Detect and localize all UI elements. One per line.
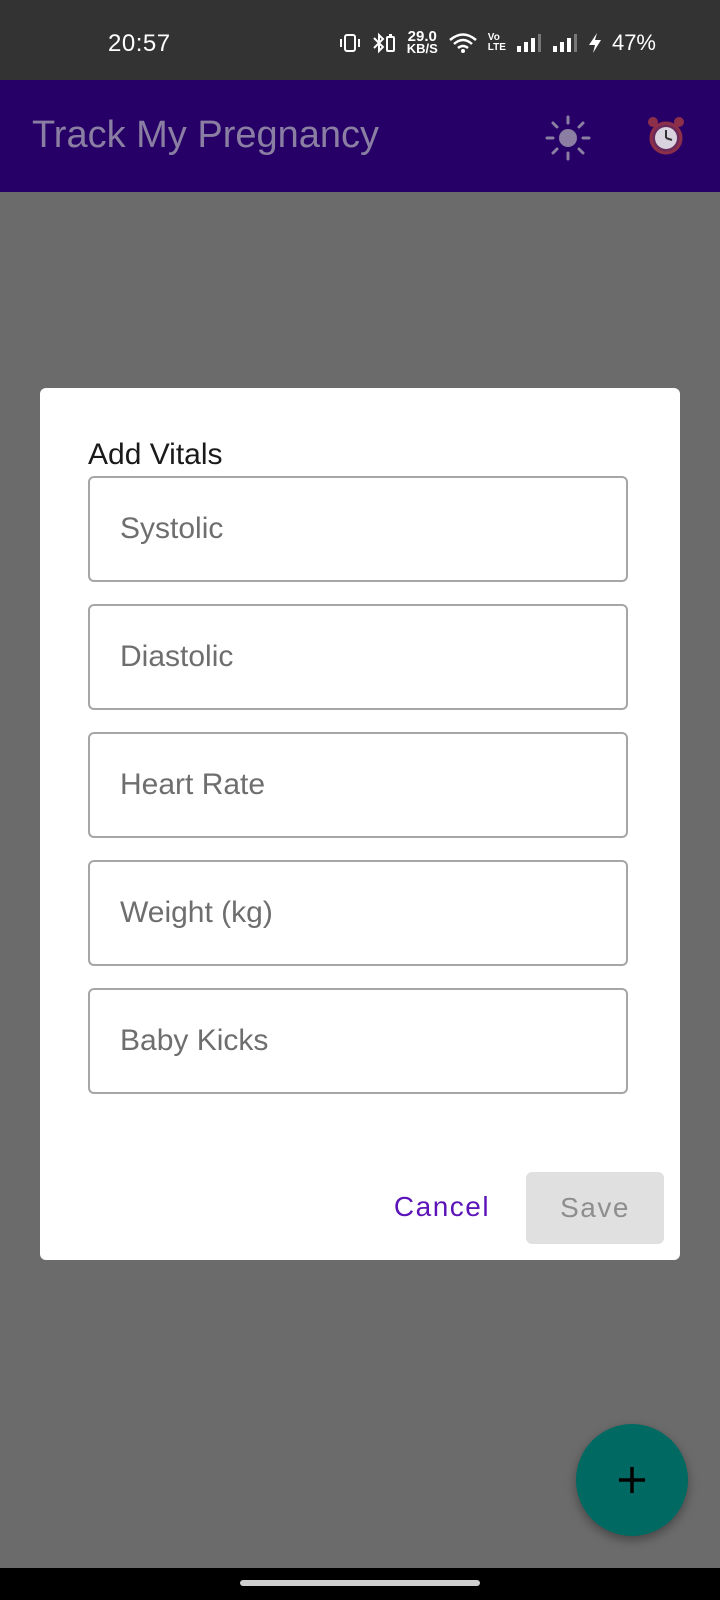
add-fab-button[interactable] [576,1424,688,1536]
battery-percentage: 47% [611,30,656,55]
volte-icon: Vo LTE [488,33,506,53]
baby-kicks-field[interactable] [88,988,628,1094]
navigation-bar [0,1568,720,1600]
app-bar: Track My Pregnancy [0,80,720,192]
heart-rate-field[interactable] [88,732,628,838]
signal-icon [516,33,542,53]
add-vitals-dialog: Add Vitals Cancel Save [40,388,680,1260]
weight-input[interactable] [90,862,626,964]
wifi-icon [448,32,478,54]
status-bar: 20:57 29.0 KB/S Vo LTE 47% [0,0,720,80]
vibrate-icon [339,33,361,53]
heart-rate-input[interactable] [90,734,626,836]
dialog-title: Add Vitals [88,438,223,471]
home-gesture-handle[interactable] [240,1580,480,1586]
systolic-field[interactable] [88,476,628,582]
signal-icon [552,33,578,53]
status-time: 20:57 [108,30,171,57]
network-speed: 29.0 KB/S [406,29,438,56]
status-icons: 29.0 KB/S Vo LTE 47% [339,29,656,56]
diastolic-field[interactable] [88,604,628,710]
charging-bolt-icon [588,32,602,54]
alarm-clock-icon[interactable] [644,114,688,158]
weight-field[interactable] [88,860,628,966]
app-title: Track My Pregnancy [32,114,380,156]
baby-kicks-input[interactable] [90,990,626,1092]
systolic-input[interactable] [90,478,626,580]
sun-icon[interactable] [544,114,592,162]
plus-icon [619,1467,645,1493]
diastolic-input[interactable] [90,606,626,708]
save-button[interactable]: Save [526,1172,664,1244]
network-speed-unit: KB/S [406,41,438,56]
cancel-button[interactable]: Cancel [380,1172,504,1242]
bluetooth-battery-icon [371,32,397,54]
volte-bottom: LTE [487,42,506,53]
